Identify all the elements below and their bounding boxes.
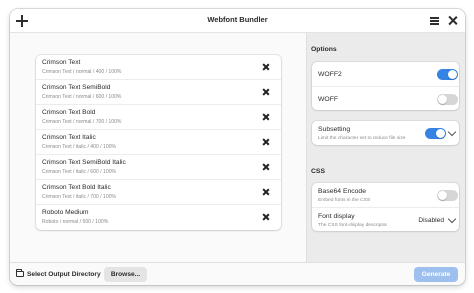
generate-button[interactable]: Generate (414, 267, 458, 282)
font-row: Crimson Text SemiBold Crimson Text / nor… (36, 80, 281, 105)
subsetting-label: Subsetting (318, 126, 351, 133)
font-list: Crimson Text Crimson Text / normal / 400… (36, 55, 281, 230)
app-window: Webfont Bundler Crimson Text Crimson Tex… (10, 9, 465, 285)
font-name: Crimson Text Bold (42, 109, 96, 116)
css-section-title: CSS (311, 168, 325, 175)
remove-font-icon[interactable] (261, 187, 270, 196)
base64-row: Base64 Encode Embed fonts in the CSS (312, 183, 459, 207)
options-section-title: Options (311, 46, 337, 53)
woff2-label: WOFF2 (318, 71, 342, 78)
font-row: Crimson Text Italic Crimson Text / itali… (36, 130, 281, 155)
woff-label: WOFF (318, 96, 339, 103)
woff2-switch[interactable] (437, 69, 458, 80)
window-title: Webfont Bundler (207, 15, 268, 24)
font-row: Crimson Text SemiBold Italic Crimson Tex… (36, 155, 281, 180)
folder-icon (15, 269, 24, 277)
font-name: Roboto Medium (42, 209, 89, 216)
font-details: Crimson Text / normal / 600 / 100% (42, 94, 122, 100)
woff-row: WOFF (312, 86, 459, 110)
font-details: Crimson Text / normal / 400 / 100% (42, 69, 122, 75)
font-name: Crimson Text (42, 59, 81, 66)
woff2-row: WOFF2 (312, 62, 459, 86)
font-name: Crimson Text SemiBold Italic (42, 159, 126, 166)
font-row: Crimson Text Bold Italic Crimson Text / … (36, 180, 281, 205)
font-details: Crimson Text / normal / 700 / 100% (42, 119, 122, 125)
remove-font-icon[interactable] (261, 112, 270, 121)
remove-font-icon[interactable] (261, 137, 270, 146)
font-display-row[interactable]: Font display The CSS font-display descri… (312, 207, 459, 231)
footer-bar: Select Output Directory Browse... Genera… (10, 262, 465, 285)
hamburger-menu-icon[interactable] (430, 16, 439, 26)
select-output-directory-label: Select Output Directory (27, 271, 101, 278)
close-icon[interactable] (448, 15, 458, 25)
settings-sidebar: Options WOFF2 WOFF Subsetting Limit the … (306, 33, 465, 262)
chevron-down-icon[interactable] (447, 127, 457, 137)
font-name: Crimson Text Bold Italic (42, 184, 111, 191)
subsetting-description: Limit the character set to reduce file s… (318, 136, 406, 141)
font-row: Roboto Medium Roboto / normal / 500 / 10… (36, 205, 281, 230)
font-details: Crimson Text / italic / 600 / 100% (42, 169, 117, 175)
base64-label: Base64 Encode (318, 188, 366, 195)
browse-button[interactable]: Browse... (104, 267, 147, 282)
remove-font-icon[interactable] (261, 62, 270, 71)
remove-font-icon[interactable] (261, 162, 270, 171)
format-card: WOFF2 WOFF (312, 62, 459, 110)
chevron-down-icon[interactable] (447, 214, 457, 224)
base64-description: Embed fonts in the CSS (318, 198, 371, 203)
font-name: Crimson Text Italic (42, 134, 96, 141)
font-row: Crimson Text Crimson Text / normal / 400… (36, 55, 281, 80)
font-details: Crimson Text / italic / 700 / 100% (42, 194, 117, 200)
font-details: Crimson Text / italic / 400 / 100% (42, 144, 117, 150)
header-bar: Webfont Bundler (10, 9, 465, 33)
subsetting-card: Subsetting Limit the character set to re… (312, 121, 459, 145)
font-list-pane: Crimson Text Crimson Text / normal / 400… (10, 33, 306, 262)
font-display-label: Font display (318, 213, 355, 220)
font-details: Roboto / normal / 500 / 100% (42, 219, 109, 225)
font-display-select[interactable]: Disabled (418, 217, 444, 224)
subsetting-switch[interactable] (425, 128, 446, 139)
font-row: Crimson Text Bold Crimson Text / normal … (36, 105, 281, 130)
font-display-description: The CSS font-display descriptor (318, 223, 388, 228)
woff-switch[interactable] (437, 94, 458, 105)
css-card: Base64 Encode Embed fonts in the CSS Fon… (312, 183, 459, 231)
font-name: Crimson Text SemiBold (42, 84, 111, 91)
remove-font-icon[interactable] (261, 212, 270, 221)
remove-font-icon[interactable] (261, 87, 270, 96)
base64-switch[interactable] (437, 190, 458, 201)
subsetting-row[interactable]: Subsetting Limit the character set to re… (312, 121, 459, 145)
